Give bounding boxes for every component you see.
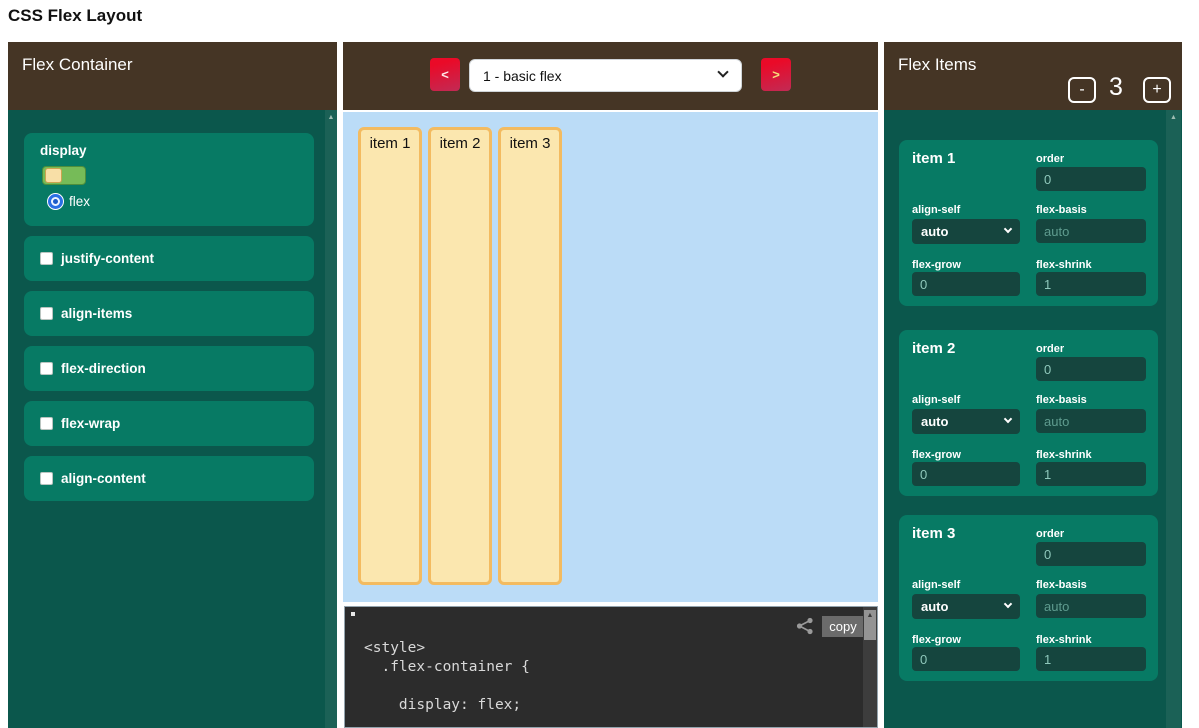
flex-wrap-checkbox[interactable] [40,417,53,430]
display-card: display flex [24,133,314,226]
item-count: 3 [1097,73,1135,102]
flex-grow-label: flex-grow [912,449,961,461]
code-scrollbar-thumb[interactable]: ▲ [864,610,876,640]
item-1-align-self-wrap: auto [912,219,1020,244]
display-label: display [40,143,87,158]
align-self-label: align-self [912,204,960,216]
example-selector-bar: < 1 - basic flex > [343,42,878,110]
property-card-flex-wrap: flex-wrap [24,401,314,446]
radio-dot-icon [53,199,58,204]
code-bullet-icon [351,612,355,616]
display-flex-radio-row: flex [48,194,90,209]
share-icon[interactable] [796,617,814,635]
example-select-wrap: 1 - basic flex [469,59,742,92]
generated-css-code: <style> .flex-container { display: flex; [364,639,530,715]
item-2-name: item 2 [912,340,955,357]
toggle-knob-icon[interactable] [45,168,62,183]
item-3-card: item 3 order align-self auto flex-basis … [899,515,1158,681]
align-content-checkbox[interactable] [40,472,53,485]
flex-radio[interactable] [48,194,63,209]
flex-basis-label: flex-basis [1036,394,1087,406]
item-2-card: item 2 order align-self auto flex-basis … [899,330,1158,496]
item-3-align-self-wrap: auto [912,594,1020,619]
item-1-flex-basis-input[interactable] [1036,219,1146,243]
flex-basis-label: flex-basis [1036,579,1087,591]
flex-container-header: Flex Container [8,42,337,110]
flex-grow-label: flex-grow [912,259,961,271]
order-label: order [1036,153,1064,165]
display-toggle[interactable] [42,166,86,185]
flex-item-2: item 2 [428,127,492,585]
flex-shrink-label: flex-shrink [1036,259,1092,271]
item-2-align-self-select[interactable]: auto [912,409,1020,434]
scroll-up-icon[interactable]: ▲ [325,114,337,122]
item-3-order-input[interactable] [1036,542,1146,566]
item-1-card: item 1 order align-self auto flex-basis … [899,140,1158,306]
scroll-up-icon[interactable]: ▲ [864,612,876,620]
flex-grow-label: flex-grow [912,634,961,646]
flex-shrink-label: flex-shrink [1036,449,1092,461]
property-card-flex-direction: flex-direction [24,346,314,391]
flex-wrap-label: flex-wrap [61,416,120,431]
flex-preview-stage: item 1 item 2 item 3 [343,112,878,602]
align-content-label: align-content [61,471,146,486]
flex-items-panel: Flex Items - 3 + ▲ item 1 order align-se… [884,42,1182,728]
page-title: CSS Flex Layout [8,6,142,26]
flex-shrink-label: flex-shrink [1036,634,1092,646]
flex-container-panel: Flex Container ▲ display flex justify-co… [8,42,337,728]
next-example-button[interactable]: > [761,58,791,91]
order-label: order [1036,528,1064,540]
property-card-align-content: align-content [24,456,314,501]
flex-direction-label: flex-direction [61,361,146,376]
flex-direction-checkbox[interactable] [40,362,53,375]
justify-content-label: justify-content [61,251,154,266]
item-3-flex-basis-input[interactable] [1036,594,1146,618]
code-panel: copy ▲ <style> .flex-container { display… [344,606,878,728]
copy-button[interactable]: copy [822,616,864,637]
flex-items-title: Flex Items [898,55,976,75]
example-select[interactable]: 1 - basic flex [469,59,742,92]
order-label: order [1036,343,1064,355]
item-2-flex-grow-input[interactable] [912,462,1020,486]
item-1-order-input[interactable] [1036,167,1146,191]
app-root: CSS Flex Layout Flex Container ▲ display… [0,0,1199,728]
item-2-flex-basis-input[interactable] [1036,409,1146,433]
item-2-flex-shrink-input[interactable] [1036,462,1146,486]
flex-item-1: item 1 [358,127,422,585]
item-3-flex-grow-input[interactable] [912,647,1020,671]
flex-container-title: Flex Container [22,55,133,75]
align-items-label: align-items [61,306,132,321]
item-2-order-input[interactable] [1036,357,1146,381]
scroll-up-icon[interactable]: ▲ [1166,114,1181,122]
flex-items-header: Flex Items - 3 + [884,42,1182,110]
left-panel-scrollbar[interactable]: ▲ [325,110,337,728]
item-1-flex-grow-input[interactable] [912,272,1020,296]
item-3-name: item 3 [912,525,955,542]
item-3-align-self-select[interactable]: auto [912,594,1020,619]
align-self-label: align-self [912,579,960,591]
right-panel-scrollbar[interactable]: ▲ [1166,110,1181,728]
code-scrollbar[interactable]: ▲ [863,607,877,727]
justify-content-checkbox[interactable] [40,252,53,265]
add-item-button[interactable]: + [1143,77,1171,103]
flex-item-3: item 3 [498,127,562,585]
flex-basis-label: flex-basis [1036,204,1087,216]
align-items-checkbox[interactable] [40,307,53,320]
item-2-align-self-wrap: auto [912,409,1020,434]
flex-radio-label: flex [69,194,90,209]
property-card-align-items: align-items [24,291,314,336]
remove-item-button[interactable]: - [1068,77,1096,103]
radio-ring-icon [51,197,60,206]
item-1-align-self-select[interactable]: auto [912,219,1020,244]
item-3-flex-shrink-input[interactable] [1036,647,1146,671]
property-card-justify-content: justify-content [24,236,314,281]
previous-example-button[interactable]: < [430,58,460,91]
item-1-name: item 1 [912,150,955,167]
item-1-flex-shrink-input[interactable] [1036,272,1146,296]
align-self-label: align-self [912,394,960,406]
